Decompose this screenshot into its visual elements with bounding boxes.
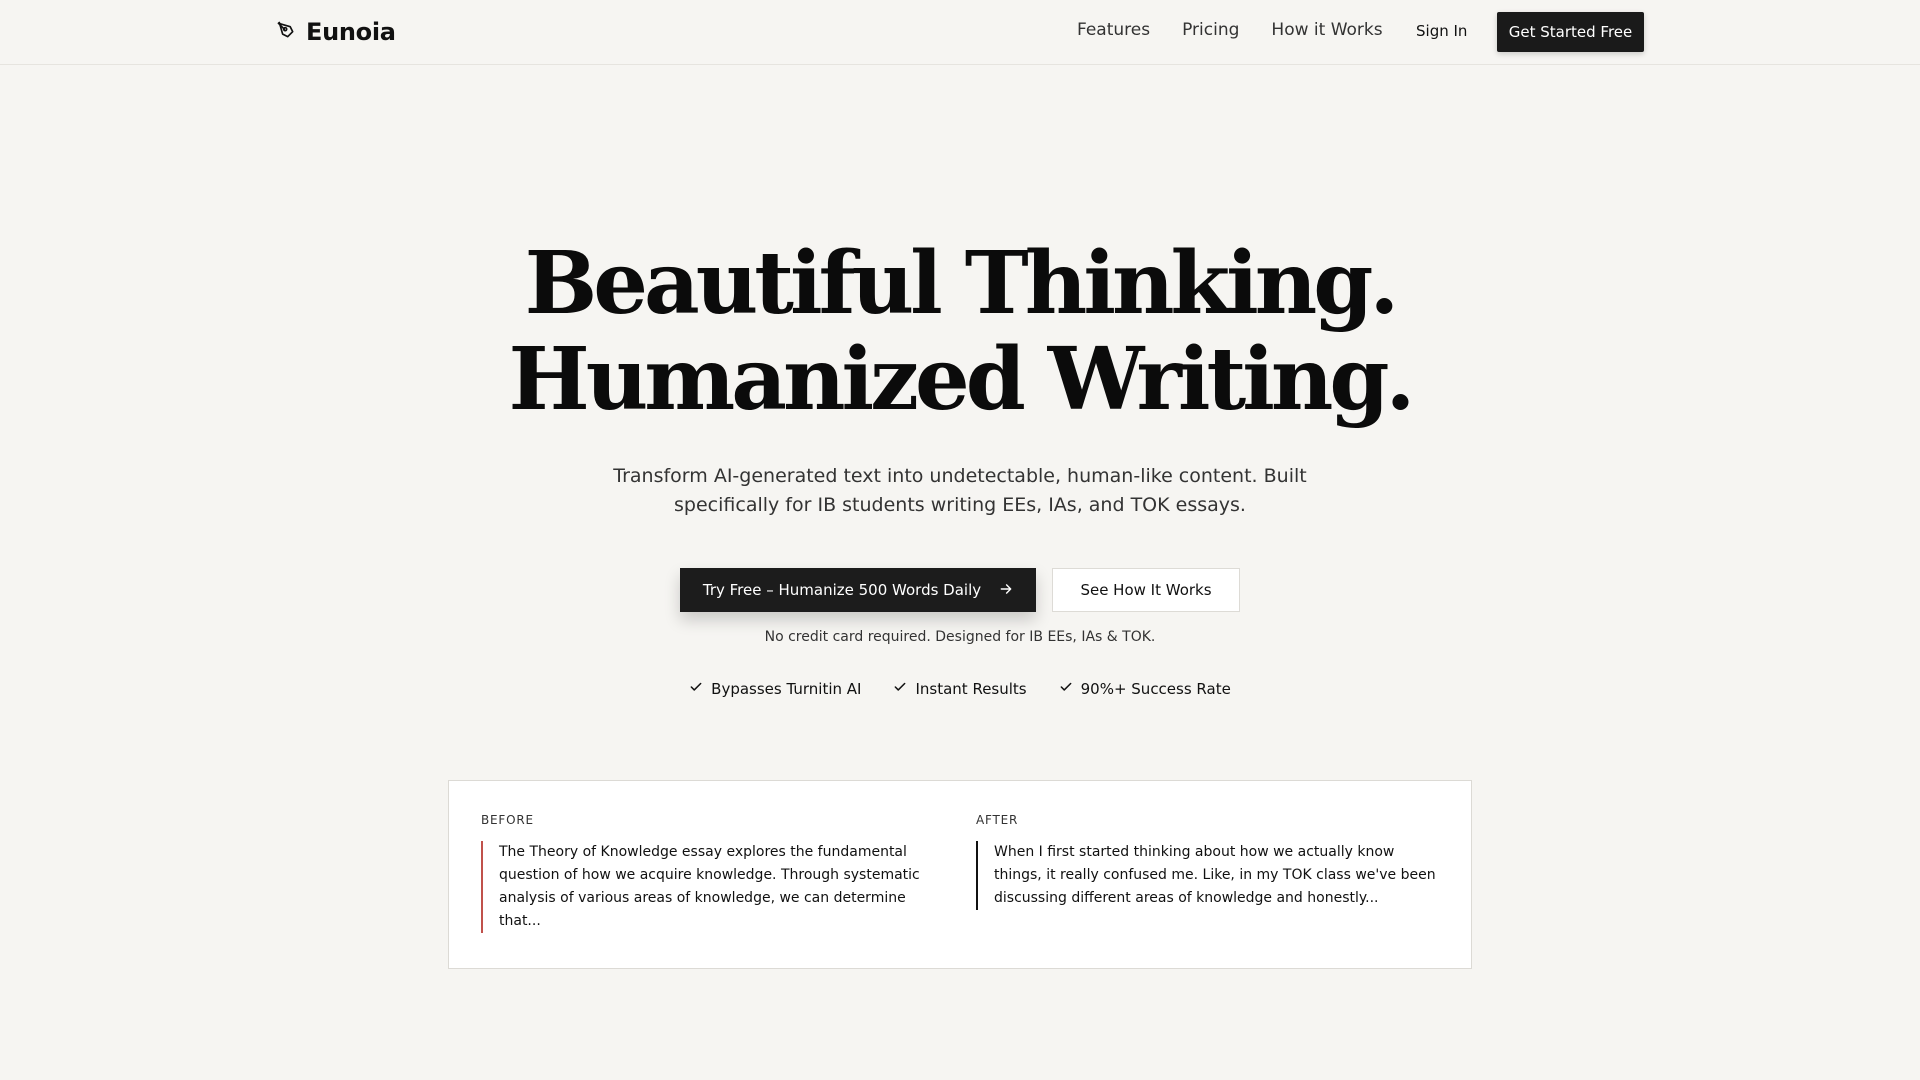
hero-subtitle: Transform AI-generated text into undetec…: [613, 465, 1307, 516]
check-item: Instant Results: [893, 680, 1027, 698]
hero-title: Beautiful Thinking. Humanized Writing.: [0, 236, 1920, 428]
after-column: AFTER When I first started thinking abou…: [976, 813, 1446, 910]
sign-in-link[interactable]: Sign In: [1416, 22, 1467, 40]
logo-text: Eunoia: [306, 18, 396, 46]
check-label: Instant Results: [915, 680, 1027, 698]
nav-link-pricing[interactable]: Pricing: [1182, 20, 1239, 40]
before-after-card: BEFORE The Theory of Knowledge essay exp…: [448, 780, 1472, 969]
check-label: Bypasses Turnitin AI: [711, 680, 862, 698]
get-started-button[interactable]: Get Started Free: [1497, 12, 1644, 52]
nav-link-features[interactable]: Features: [1077, 20, 1150, 40]
pen-nib-icon: [276, 20, 296, 44]
try-free-button[interactable]: Try Free – Humanize 500 Words Daily: [680, 568, 1036, 612]
check-item: Bypasses Turnitin AI: [689, 680, 861, 698]
after-text: When I first started thinking about how …: [976, 841, 1446, 910]
check-icon: [893, 680, 907, 698]
nav-link-how-it-works[interactable]: How it Works: [1271, 20, 1382, 40]
nav-links: Features Pricing How it Works: [1077, 20, 1383, 40]
try-free-label: Try Free – Humanize 500 Words Daily: [702, 581, 982, 599]
before-text: The Theory of Knowledge essay explores t…: [481, 841, 951, 933]
before-column: BEFORE The Theory of Knowledge essay exp…: [481, 813, 951, 933]
hero-title-line-1: Beautiful Thinking.: [524, 233, 1400, 334]
arrow-right-icon: [999, 581, 1013, 600]
cta-row: Try Free – Humanize 500 Words Daily See …: [680, 568, 1240, 612]
no-credit-card-note: No credit card required. Designed for IB…: [764, 629, 1156, 645]
check-label: 90%+ Success Rate: [1080, 680, 1231, 698]
logo[interactable]: Eunoia: [276, 16, 396, 48]
check-item: 90%+ Success Rate: [1059, 680, 1231, 698]
top-nav: Eunoia Features Pricing How it Works Sig…: [0, 0, 1920, 65]
before-label: BEFORE: [481, 813, 534, 827]
check-icon: [689, 680, 703, 698]
feature-checks: Bypasses Turnitin AI Instant Results 90%…: [0, 680, 1920, 698]
hero-title-line-2: Humanized Writing.: [508, 329, 1415, 430]
check-icon: [1059, 680, 1073, 698]
see-how-it-works-button[interactable]: See How It Works: [1052, 568, 1240, 612]
after-label: AFTER: [976, 813, 1019, 827]
